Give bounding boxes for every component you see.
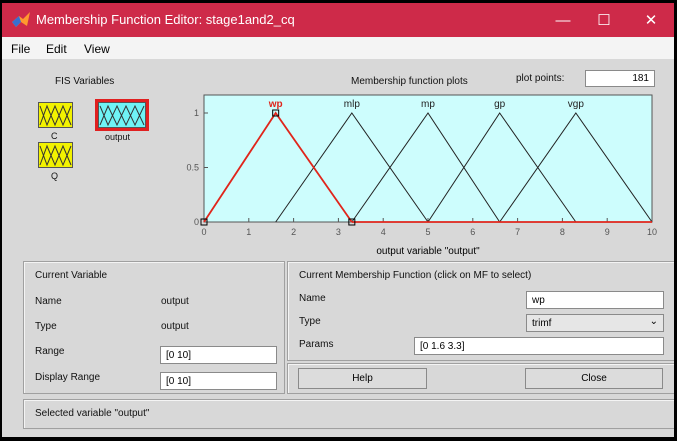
- range-input[interactable]: [0 10]: [160, 346, 277, 364]
- menu-bar: File Edit View: [2, 37, 674, 59]
- y-tick-label: 0.5: [186, 163, 199, 173]
- x-tick-label: 1: [246, 227, 251, 237]
- mf-thumbnail-icon: [39, 144, 72, 167]
- menu-edit[interactable]: Edit: [46, 42, 67, 56]
- fis-var-output-label: output: [105, 132, 131, 142]
- fis-var-c[interactable]: [38, 102, 73, 128]
- current-variable-heading: Current Variable: [35, 270, 108, 281]
- cv-display-range-label: Display Range: [35, 372, 101, 383]
- cv-range-label: Range: [35, 346, 65, 357]
- mf-params-input[interactable]: [0 1.6 3.3]: [414, 337, 664, 355]
- chevron-down-icon: ⌄: [649, 316, 658, 327]
- fis-var-output[interactable]: [95, 99, 149, 131]
- plot-points-input[interactable]: 181: [585, 70, 655, 87]
- x-tick-label: 6: [470, 227, 475, 237]
- display-range-input[interactable]: [0 10]: [160, 372, 277, 390]
- plot-points-label: plot points:: [516, 73, 565, 84]
- cv-type-value: output: [161, 321, 189, 332]
- window-title: Membership Function Editor: stage1and2_c…: [36, 12, 295, 27]
- current-variable-panel: Current Variable Name output Type output…: [23, 261, 285, 394]
- mf-type-value: trimf: [532, 318, 552, 329]
- mf-thumbnail-icon: [39, 104, 72, 127]
- mf-thumbnail-icon: [99, 104, 145, 127]
- mf-type-label: Type: [299, 316, 321, 327]
- status-text: Selected variable "output": [35, 408, 150, 419]
- x-tick-label: 8: [560, 227, 565, 237]
- menu-file[interactable]: File: [11, 42, 30, 56]
- menu-view[interactable]: View: [84, 42, 110, 56]
- x-tick-label: 2: [291, 227, 296, 237]
- mf-label-wp[interactable]: wp: [268, 99, 283, 110]
- plot-area: [203, 94, 653, 223]
- fis-var-q[interactable]: [38, 142, 73, 168]
- mf-name-input[interactable]: wp: [526, 291, 664, 309]
- maximize-button[interactable]: ☐: [581, 3, 627, 37]
- mf-editor-window: Membership Function Editor: stage1and2_c…: [2, 3, 674, 437]
- x-tick-label: 5: [425, 227, 430, 237]
- cv-name-value: output: [161, 296, 189, 307]
- mf-label-gp[interactable]: gp: [494, 99, 506, 110]
- fis-variables-heading: FIS Variables: [55, 76, 115, 87]
- current-mf-panel: Current Membership Function (click on MF…: [287, 261, 674, 361]
- status-panel: Selected variable "output": [23, 399, 674, 429]
- help-button[interactable]: Help: [298, 368, 427, 389]
- plot-heading: Membership function plots: [351, 76, 468, 87]
- mf-name-label: Name: [299, 293, 326, 304]
- current-mf-heading: Current Membership Function (click on MF…: [299, 270, 532, 281]
- fis-var-c-label: C: [51, 131, 58, 141]
- minimize-button[interactable]: —: [540, 3, 586, 37]
- x-tick-label: 9: [605, 227, 610, 237]
- mf-label-mlp[interactable]: mlp: [344, 99, 361, 110]
- x-tick-label: 4: [381, 227, 386, 237]
- x-tick-label: 3: [336, 227, 341, 237]
- x-tick-label: 7: [515, 227, 520, 237]
- x-tick-label: 0: [201, 227, 206, 237]
- mf-label-vgp[interactable]: vgp: [568, 99, 585, 110]
- fis-var-q-label: Q: [51, 171, 59, 181]
- mf-params-label: Params: [299, 339, 334, 350]
- title-bar: Membership Function Editor: stage1and2_c…: [2, 3, 674, 37]
- y-tick-label: 1: [194, 108, 199, 118]
- x-axis-label: output variable "output": [376, 246, 480, 257]
- mf-label-mp[interactable]: mp: [421, 99, 435, 110]
- matlab-icon: [12, 12, 30, 27]
- mf-type-select[interactable]: trimf ⌄: [526, 314, 664, 332]
- cv-type-label: Type: [35, 321, 57, 332]
- y-tick-label: 0: [194, 217, 199, 227]
- close-button[interactable]: Close: [525, 368, 663, 389]
- x-tick-label: 10: [647, 227, 657, 237]
- mf-plot[interactable]: 0 1 2 3 4 5 6 7 8 9 10 0 0.5 1 mlp mp gp vgp wp output va…: [172, 89, 672, 261]
- cv-name-label: Name: [35, 296, 62, 307]
- close-window-button[interactable]: ✕: [628, 3, 674, 37]
